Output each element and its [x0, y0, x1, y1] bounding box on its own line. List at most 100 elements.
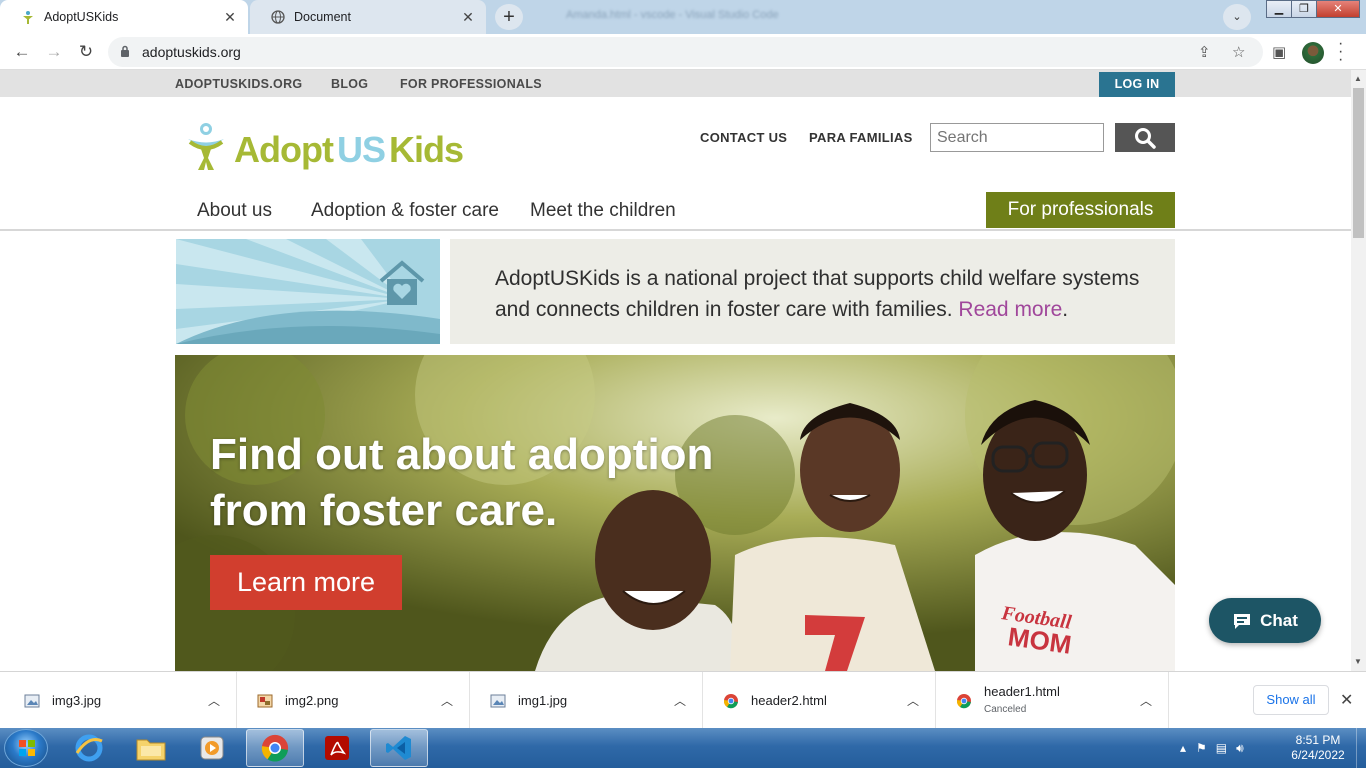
download-status: Canceled — [984, 704, 1027, 715]
action-center-flag-icon[interactable]: ⚑ — [1196, 741, 1207, 755]
internet-explorer-icon[interactable] — [62, 729, 116, 767]
show-desktop-button[interactable] — [1356, 728, 1366, 768]
adoptuskids-favicon-icon — [20, 9, 36, 25]
logo-us: US — [336, 128, 386, 170]
read-more-link[interactable]: Read more — [958, 298, 1062, 321]
image-file-icon — [24, 693, 40, 709]
utility-link-adoptuskids[interactable]: ADOPTUSKIDS.ORG — [175, 77, 302, 91]
media-player-icon[interactable] — [185, 729, 239, 767]
url-text[interactable]: adoptuskids.org — [142, 44, 241, 60]
tab-close-icon[interactable]: ✕ — [220, 9, 240, 26]
start-button[interactable] — [4, 729, 48, 767]
chat-bubble-icon — [1232, 612, 1252, 630]
globe-icon — [270, 9, 286, 25]
reload-icon[interactable]: ↻ — [74, 40, 98, 64]
for-professionals-button[interactable]: For professionals — [986, 192, 1175, 228]
chrome-taskbar-icon[interactable] — [246, 729, 304, 767]
show-all-downloads-button[interactable]: Show all — [1253, 685, 1329, 715]
tab-adoptuskids[interactable]: AdoptUSKids ✕ — [0, 0, 248, 34]
chevron-up-icon[interactable]: ︿ — [441, 692, 453, 709]
minimize-button[interactable]: ▁ — [1266, 0, 1292, 18]
logo-adopt: Adopt — [234, 128, 334, 170]
windows-logo-icon — [19, 740, 35, 756]
chat-label: Chat — [1260, 610, 1298, 630]
utility-link-blog[interactable]: BLOG — [331, 77, 368, 91]
system-tray: ▴ ⚑ ▤ 🔊︎ — [1180, 728, 1244, 768]
png-file-icon — [257, 693, 273, 709]
tab-document[interactable]: Document ✕ — [250, 0, 486, 34]
chevron-up-icon[interactable]: ︿ — [208, 692, 220, 709]
scroll-up-arrow-icon[interactable]: ▲ — [1354, 74, 1362, 83]
download-item[interactable]: header1.html Canceled ︿ — [936, 672, 1169, 729]
tab-close-icon[interactable]: ✕ — [458, 9, 478, 26]
hero-banner: Football MOM Find out about adoption fro… — [175, 355, 1175, 671]
tab-search-chevron-icon[interactable]: ⌄ — [1223, 4, 1251, 30]
logo-kids: Kids — [388, 128, 464, 170]
browser-toolbar: ← → ↻ adoptuskids.org ⇪ ☆ ▣ · · · — [0, 34, 1366, 70]
tray-expand-icon[interactable]: ▴ — [1180, 741, 1186, 755]
download-filename: img1.jpg — [518, 693, 568, 708]
scroll-down-arrow-icon[interactable]: ▼ — [1354, 657, 1362, 666]
login-button[interactable]: LOG IN — [1099, 72, 1175, 97]
chrome-file-icon — [956, 693, 972, 709]
image-file-icon — [490, 693, 506, 709]
chevron-up-icon[interactable]: ︿ — [1140, 692, 1152, 709]
hero-headline-line2: from foster care. — [210, 486, 558, 535]
tab-title: Document — [294, 10, 351, 24]
chat-button[interactable]: Chat — [1209, 598, 1321, 643]
chrome-menu-icon[interactable]: · · · — [1338, 36, 1348, 68]
file-explorer-icon[interactable] — [124, 729, 178, 767]
acrobat-reader-icon[interactable] — [310, 729, 364, 767]
search-button[interactable] — [1115, 123, 1175, 152]
bookmark-star-icon[interactable]: ☆ — [1232, 43, 1245, 61]
hero-headline-line1: Find out about adoption — [210, 430, 714, 479]
page-scrollbar[interactable]: ▲ ▼ — [1351, 70, 1366, 671]
contact-us-link[interactable]: CONTACT US — [700, 130, 787, 145]
background-window-title: Amanda.html - vscode - Visual Studio Cod… — [566, 9, 779, 21]
page-viewport: ADOPTUSKIDS.ORG BLOG FOR PROFESSIONALS L… — [0, 70, 1351, 671]
nav-divider — [0, 229, 1351, 231]
volume-icon[interactable]: 🔊︎ — [1236, 741, 1244, 756]
close-window-button[interactable]: ✕ — [1316, 0, 1360, 18]
download-filename: img3.jpg — [52, 693, 102, 708]
window-controls: ▁ ❐ ✕ — [1266, 0, 1360, 18]
download-item[interactable]: img2.png ︿ — [237, 672, 470, 729]
profile-avatar[interactable] — [1302, 42, 1324, 64]
para-familias-link[interactable]: PARA FAMILIAS — [809, 130, 913, 145]
taskbar-clock[interactable]: 8:51 PM 6/24/2022 — [1288, 733, 1348, 763]
back-arrow-icon[interactable]: ← — [10, 40, 34, 64]
chrome-file-icon — [723, 693, 739, 709]
close-shelf-icon[interactable]: ✕ — [1340, 690, 1353, 710]
download-item[interactable]: header2.html ︿ — [703, 672, 936, 729]
sunburst-house-illustration — [176, 239, 440, 344]
site-logo[interactable]: Adopt US Kids — [186, 122, 464, 177]
address-bar[interactable]: adoptuskids.org ⇪ ☆ — [108, 37, 1263, 67]
logo-wordmark: Adopt US Kids — [234, 128, 464, 171]
browser-tab-strip: AdoptUSKids ✕ Document ✕ + Amanda.html -… — [0, 0, 1366, 34]
scrollbar-thumb[interactable] — [1353, 88, 1364, 238]
hero-headline: Find out about adoption from foster care… — [210, 427, 730, 539]
new-tab-button[interactable]: + — [495, 4, 523, 30]
windows-taskbar: ▴ ⚑ ▤ 🔊︎ 8:51 PM 6/24/2022 — [0, 728, 1366, 768]
nav-meet-the-children[interactable]: Meet the children — [530, 200, 676, 222]
vscode-taskbar-icon[interactable] — [370, 729, 428, 767]
clock-date: 6/24/2022 — [1291, 748, 1345, 762]
learn-more-button[interactable]: Learn more — [210, 555, 402, 610]
restore-button[interactable]: ❐ — [1291, 0, 1317, 18]
tab-title: AdoptUSKids — [44, 10, 119, 24]
download-item[interactable]: img1.jpg ︿ — [470, 672, 703, 729]
side-panel-icon[interactable]: ▣ — [1272, 43, 1286, 61]
search-input[interactable] — [930, 123, 1104, 152]
nav-about-us[interactable]: About us — [197, 200, 272, 222]
search-icon — [1134, 127, 1156, 154]
utility-link-for-professionals[interactable]: FOR PROFESSIONALS — [400, 77, 542, 91]
chevron-up-icon[interactable]: ︿ — [907, 692, 919, 709]
network-icon[interactable]: ▤ — [1216, 741, 1227, 755]
chevron-up-icon[interactable]: ︿ — [674, 692, 686, 709]
share-icon[interactable]: ⇪ — [1198, 43, 1211, 61]
forward-arrow-icon[interactable]: → — [42, 40, 66, 64]
nav-adoption-foster-care[interactable]: Adoption & foster care — [311, 200, 499, 222]
intro-panel: AdoptUSKids is a national project that s… — [450, 239, 1175, 344]
download-filename: header2.html — [751, 693, 827, 708]
download-item[interactable]: img3.jpg ︿ — [4, 672, 237, 729]
